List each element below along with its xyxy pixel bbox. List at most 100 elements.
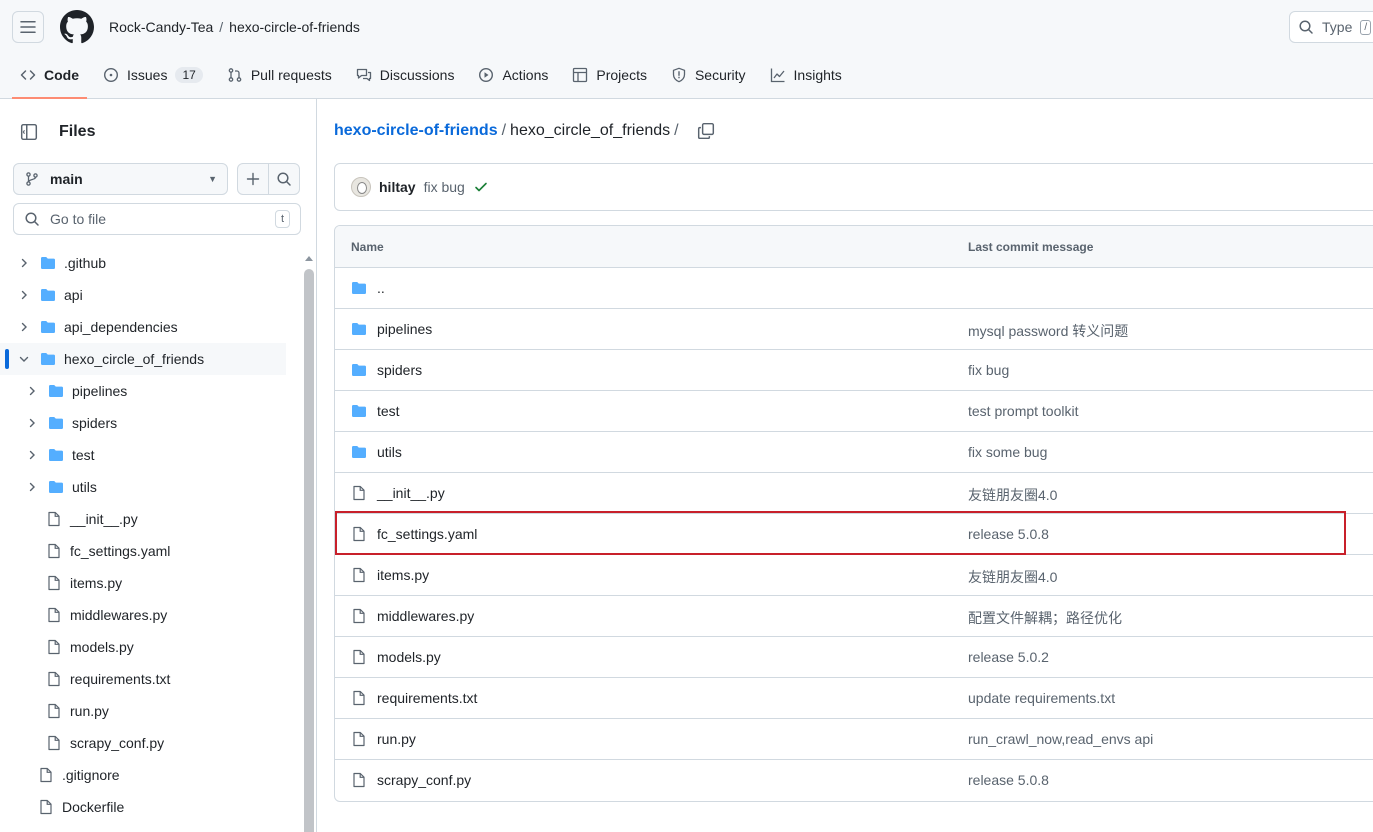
tree-item[interactable]: middlewares.py xyxy=(0,599,300,631)
file-name-link[interactable]: spiders xyxy=(377,362,422,378)
sidebar-scrollbar-thumb[interactable] xyxy=(304,269,314,832)
repo-link[interactable]: hexo-circle-of-friends xyxy=(229,19,360,35)
commit-message-cell[interactable]: fix bug xyxy=(968,362,1009,378)
commit-message-cell[interactable]: run_crawl_now,read_envs api xyxy=(968,731,1153,747)
table-row[interactable]: utils fix some bug xyxy=(335,432,1373,473)
graph-icon xyxy=(770,68,785,83)
tab-discussions[interactable]: Discussions xyxy=(348,58,463,92)
github-logo-icon[interactable] xyxy=(60,10,94,44)
commit-message-cell[interactable]: 友链朋友圈4.0 xyxy=(968,567,1057,587)
tree-item[interactable]: fc_settings.yaml xyxy=(0,535,300,567)
chevron-right-icon[interactable] xyxy=(24,449,40,461)
tab-code[interactable]: Code xyxy=(12,58,87,99)
tree-item[interactable]: pipelines xyxy=(0,375,300,407)
tree-item[interactable]: requirements.txt xyxy=(0,663,300,695)
tab-actions[interactable]: Actions xyxy=(470,58,556,92)
add-file-button[interactable] xyxy=(237,163,269,195)
tree-item[interactable]: .github xyxy=(0,247,300,279)
table-row[interactable]: run.py run_crawl_now,read_envs api xyxy=(335,719,1373,760)
owner-link[interactable]: Rock-Candy-Tea xyxy=(109,19,213,35)
table-row[interactable]: scrapy_conf.py release 5.0.8 xyxy=(335,760,1373,801)
file-name-link[interactable]: utils xyxy=(377,444,402,460)
avatar[interactable] xyxy=(351,177,371,197)
path-separator: / xyxy=(501,122,507,139)
tab-projects[interactable]: Projects xyxy=(564,58,655,92)
copy-path-button[interactable] xyxy=(697,122,715,140)
file-name-link[interactable]: items.py xyxy=(377,567,429,583)
file-name-link[interactable]: scrapy_conf.py xyxy=(377,772,471,788)
tree-item[interactable]: .gitignore xyxy=(0,759,300,791)
tree-item-label: api xyxy=(64,287,83,303)
table-row[interactable]: middlewares.py 配置文件解耦；路径优化 xyxy=(335,596,1373,637)
chevron-right-icon[interactable] xyxy=(24,417,40,429)
collapse-sidebar-button[interactable] xyxy=(13,117,45,147)
tree-item[interactable]: run.py xyxy=(0,695,300,727)
tree-item[interactable]: api xyxy=(0,279,300,311)
commit-message-cell[interactable]: release 5.0.8 xyxy=(968,772,1049,788)
file-name-link[interactable]: __init__.py xyxy=(377,485,445,501)
file-name-link[interactable]: requirements.txt xyxy=(377,690,477,706)
tree-item[interactable]: Dockerfile xyxy=(0,791,300,823)
chevron-right-icon[interactable] xyxy=(24,481,40,493)
file-icon xyxy=(46,511,62,527)
table-row[interactable]: test test prompt toolkit xyxy=(335,391,1373,432)
folder-icon xyxy=(40,287,56,303)
scroll-up-arrow-icon[interactable] xyxy=(305,256,313,261)
chevron-down-icon[interactable] xyxy=(16,353,32,365)
commit-author-link[interactable]: hiltay xyxy=(379,179,416,195)
check-icon[interactable] xyxy=(473,179,489,195)
tree-item-label: hexo_circle_of_friends xyxy=(64,351,205,367)
chevron-right-icon[interactable] xyxy=(16,257,32,269)
tree-item[interactable]: api_dependencies xyxy=(0,311,300,343)
file-name-link[interactable]: models.py xyxy=(377,649,441,665)
table-row[interactable]: pipelines mysql password 转义问题 xyxy=(335,309,1373,350)
table-row[interactable]: __init__.py 友链朋友圈4.0 xyxy=(335,473,1373,514)
tree-item[interactable]: models.py xyxy=(0,631,300,663)
file-name-link[interactable]: run.py xyxy=(377,731,416,747)
commit-message-cell[interactable]: fix some bug xyxy=(968,444,1047,460)
tree-item[interactable]: test xyxy=(0,439,300,471)
file-name-link[interactable]: .. xyxy=(377,280,385,296)
tree-item[interactable]: hexo_circle_of_friends xyxy=(0,343,286,375)
table-row[interactable]: fc_settings.yaml release 5.0.8 xyxy=(335,514,1373,555)
tree-item[interactable]: __init__.py xyxy=(0,503,300,535)
table-row[interactable]: items.py 友链朋友圈4.0 xyxy=(335,555,1373,596)
tree-item[interactable]: scrapy_conf.py xyxy=(0,727,300,759)
folder-icon xyxy=(48,383,64,399)
go-to-file-input[interactable]: Go to file t xyxy=(13,203,301,235)
commit-message-cell[interactable]: test prompt toolkit xyxy=(968,403,1079,419)
tab-security[interactable]: Security xyxy=(663,58,754,92)
hamburger-menu-button[interactable] xyxy=(12,11,44,43)
file-icon xyxy=(46,639,62,655)
commit-message-cell[interactable]: 配置文件解耦；路径优化 xyxy=(968,608,1122,628)
commit-message-cell[interactable]: 友链朋友圈4.0 xyxy=(968,485,1057,505)
branch-selector[interactable]: main ▼ xyxy=(13,163,228,195)
path-root-link[interactable]: hexo-circle-of-friends xyxy=(334,122,498,140)
file-name-link[interactable]: test xyxy=(377,403,400,419)
chevron-right-icon[interactable] xyxy=(16,321,32,333)
tab-issues[interactable]: Issues 17 xyxy=(95,58,211,92)
tree-item-label: pipelines xyxy=(72,383,128,399)
tab-pull-requests-label: Pull requests xyxy=(250,67,332,83)
table-row[interactable]: models.py release 5.0.2 xyxy=(335,637,1373,678)
tab-pull-requests[interactable]: Pull requests xyxy=(219,58,340,92)
file-name-link[interactable]: pipelines xyxy=(377,321,432,337)
commit-message-cell[interactable]: release 5.0.8 xyxy=(968,526,1049,542)
commit-message-cell[interactable]: update requirements.txt xyxy=(968,690,1115,706)
tree-item[interactable]: spiders xyxy=(0,407,300,439)
file-name-link[interactable]: middlewares.py xyxy=(377,608,474,624)
table-row[interactable]: requirements.txt update requirements.txt xyxy=(335,678,1373,719)
search-files-button[interactable] xyxy=(268,163,300,195)
tree-item[interactable]: utils xyxy=(0,471,300,503)
table-row[interactable]: .. xyxy=(335,268,1373,309)
file-name-link[interactable]: fc_settings.yaml xyxy=(377,526,477,542)
commit-message-link[interactable]: fix bug xyxy=(424,179,465,195)
tab-insights[interactable]: Insights xyxy=(762,58,850,92)
chevron-right-icon[interactable] xyxy=(16,289,32,301)
commit-message-cell[interactable]: release 5.0.2 xyxy=(968,649,1049,665)
chevron-right-icon[interactable] xyxy=(24,385,40,397)
global-search-input[interactable]: Type / xyxy=(1289,11,1373,43)
tree-item[interactable]: items.py xyxy=(0,567,300,599)
commit-message-cell[interactable]: mysql password 转义问题 xyxy=(968,321,1128,341)
table-row[interactable]: spiders fix bug xyxy=(335,350,1373,391)
